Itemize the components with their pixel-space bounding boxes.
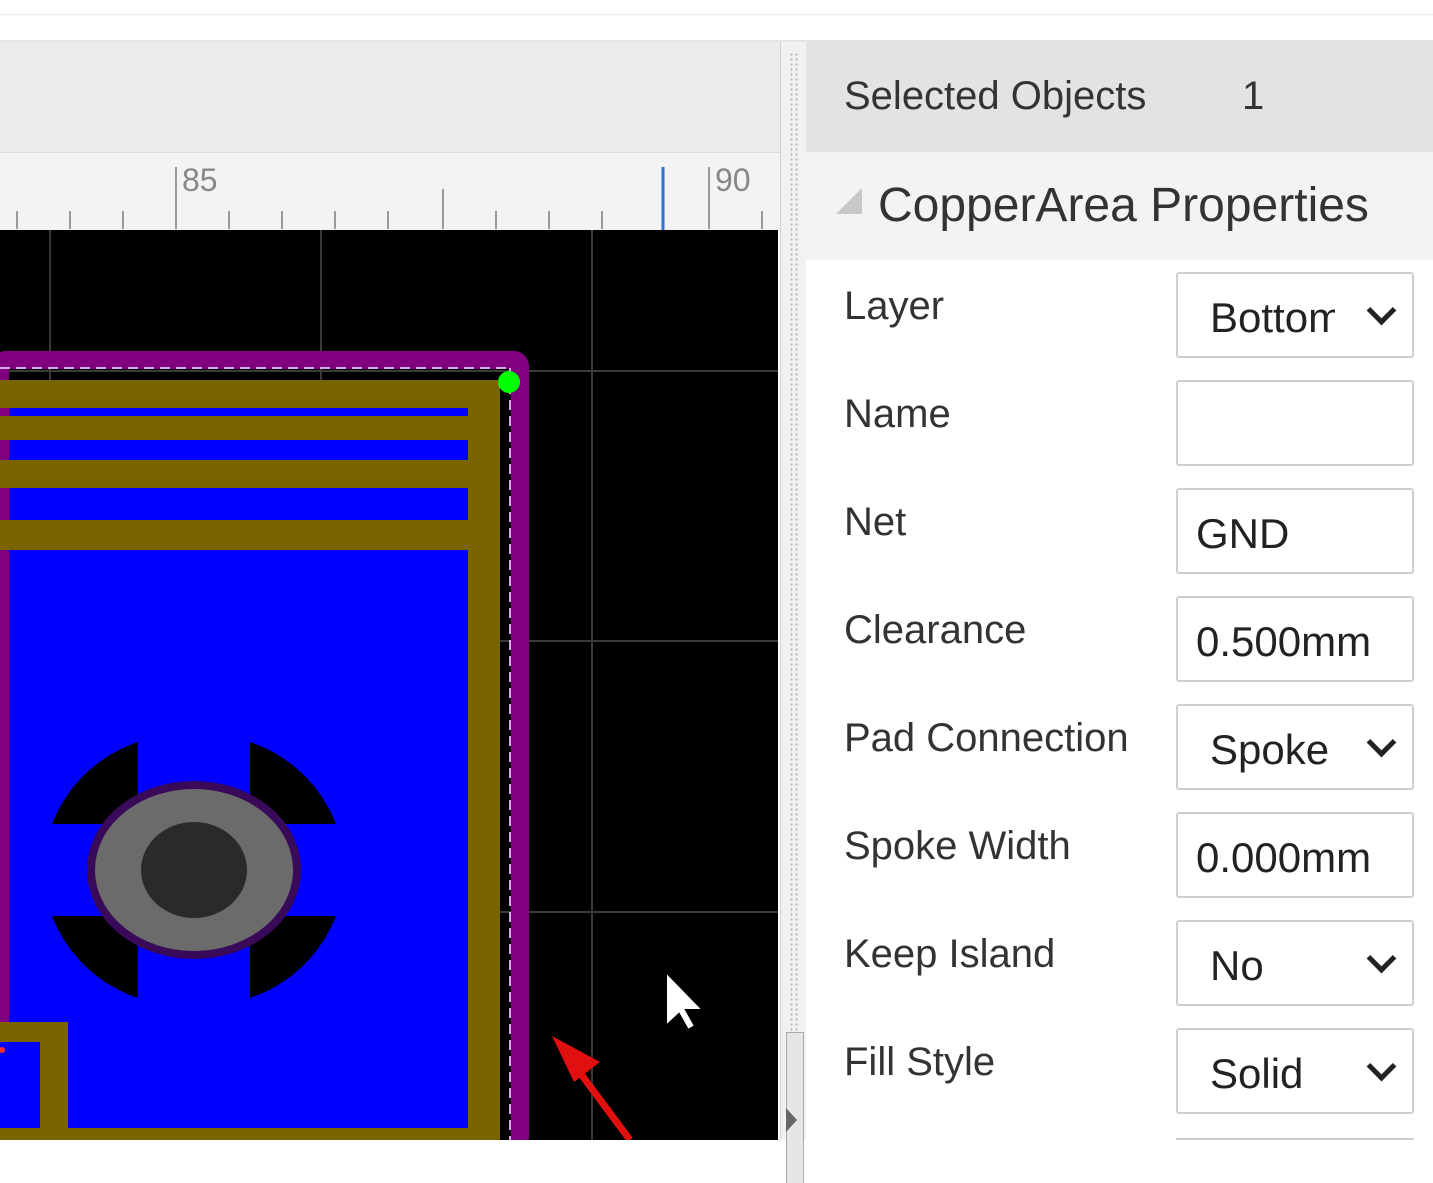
panel-splitter[interactable] bbox=[780, 42, 808, 1183]
chevron-down-icon bbox=[1366, 727, 1397, 758]
keep-island-value: No bbox=[1210, 942, 1264, 989]
top-toolbar-strip bbox=[0, 0, 1433, 42]
name-label: Name bbox=[844, 392, 951, 436]
clearance-value: 0.500mm bbox=[1196, 618, 1372, 665]
layer-value: Bottom bbox=[1210, 294, 1335, 341]
canvas-tab-header bbox=[0, 42, 780, 152]
net-input[interactable]: GND bbox=[1176, 488, 1414, 574]
copper-area-fill bbox=[0, 380, 470, 1140]
keep-island-label: Keep Island bbox=[844, 932, 1056, 976]
fill-style-value: Solid bbox=[1210, 1050, 1304, 1097]
spoke-width-input[interactable]: 0.000mm bbox=[1176, 812, 1414, 898]
horizontal-ruler bbox=[0, 152, 780, 231]
copperarea-properties-section[interactable]: CopperArea Properties bbox=[806, 152, 1433, 260]
pad-hole bbox=[141, 822, 247, 918]
spoke-width-value: 0.000mm bbox=[1196, 834, 1372, 881]
next-field-edge bbox=[1176, 1138, 1414, 1144]
clearance-input[interactable]: 0.500mm bbox=[1176, 596, 1414, 682]
chevron-down-icon bbox=[1366, 943, 1397, 974]
selected-objects-count: 1 bbox=[1242, 74, 1265, 118]
fill-style-select[interactable]: Solid bbox=[1176, 1028, 1414, 1114]
pad-connection-value: Spoke bbox=[1210, 726, 1330, 773]
selected-objects-label: Selected Objects bbox=[844, 74, 1147, 118]
chevron-down-icon bbox=[1366, 1051, 1397, 1082]
name-input[interactable] bbox=[1176, 380, 1414, 466]
expand-arrow-icon bbox=[786, 1108, 797, 1132]
ruler-label-85: 85 bbox=[182, 162, 218, 198]
clearance-label: Clearance bbox=[844, 608, 1027, 652]
pcb-canvas[interactable] bbox=[0, 230, 778, 1159]
pad-connection-select[interactable]: Spoke bbox=[1176, 704, 1414, 790]
spoke-width-label: Spoke Width bbox=[844, 824, 1071, 868]
chevron-down-icon bbox=[1366, 295, 1397, 326]
layer-select[interactable]: Bottom bbox=[1176, 272, 1414, 358]
fill-style-label: Fill Style bbox=[844, 1040, 996, 1084]
collapse-triangle-icon[interactable] bbox=[836, 188, 862, 214]
ruler-label-90: 90 bbox=[715, 162, 751, 198]
selected-objects-header: Selected Objects 1 bbox=[806, 42, 1433, 152]
properties-panel: Selected Objects 1 CopperArea Properties… bbox=[806, 42, 1433, 1140]
keep-island-select[interactable]: No bbox=[1176, 920, 1414, 1006]
pad-connection-label: Pad Connection bbox=[844, 716, 1129, 760]
net-label: Net bbox=[844, 500, 907, 544]
net-value: GND bbox=[1196, 510, 1290, 557]
section-title: CopperArea Properties bbox=[878, 179, 1369, 232]
vertex-handle bbox=[498, 371, 520, 393]
layer-label: Layer bbox=[844, 284, 945, 328]
mouse-cursor-icon bbox=[665, 969, 706, 1032]
